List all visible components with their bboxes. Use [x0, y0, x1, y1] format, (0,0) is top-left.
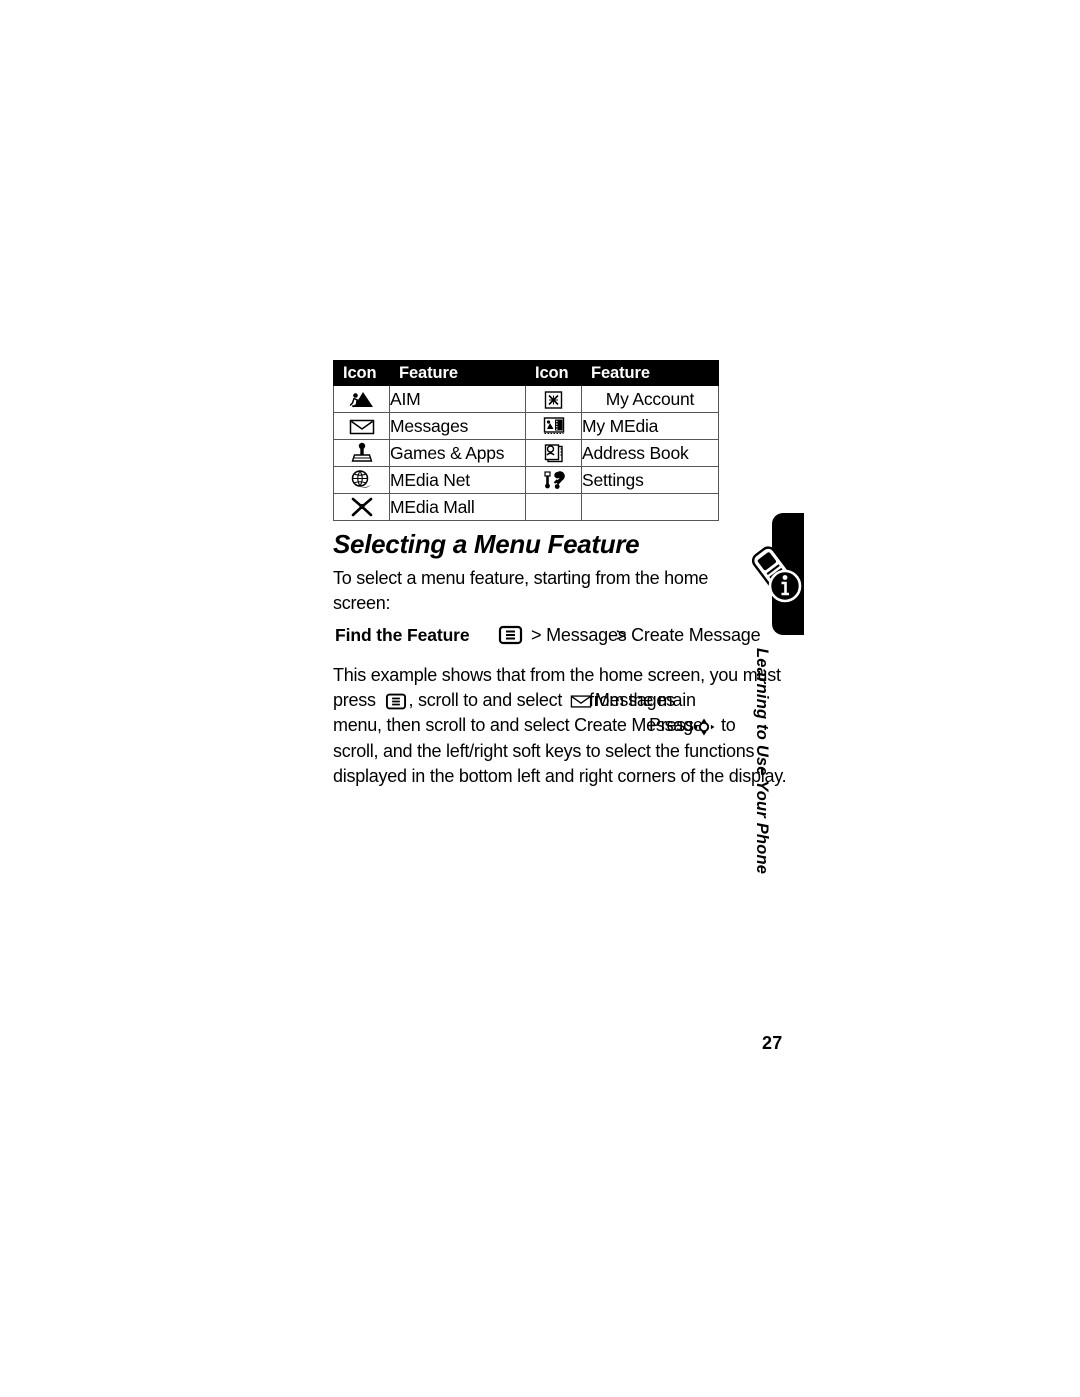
body-line-3-nav — [691, 713, 717, 738]
header-feature-right: Feature — [581, 360, 719, 386]
feature-label: AIM — [389, 385, 526, 413]
feature-label: My MEdia — [581, 412, 719, 440]
games-apps-joystick-icon — [333, 439, 390, 467]
table-row: AIM My Account — [333, 385, 719, 413]
address-book-icon — [525, 439, 582, 467]
header-feature-left: Feature — [389, 360, 526, 386]
settings-tools-icon — [525, 466, 582, 494]
body-line-4: scroll, and the left/right soft keys to … — [333, 739, 758, 764]
feature-label: Games & Apps — [389, 439, 526, 467]
body-line-1: This example shows that from the home sc… — [333, 663, 781, 688]
table-header-row: Icon Feature Icon Feature — [333, 360, 719, 386]
body-line-2-a: press — [333, 690, 376, 711]
header-icon-right: Icon — [525, 360, 582, 386]
find-feature-path-part1: > Messages — [531, 625, 627, 645]
feature-label: Messages — [389, 412, 526, 440]
body-line-3-b: Press — [649, 715, 694, 736]
media-mall-person-icon — [333, 493, 390, 521]
table-row: MEdia Net Settings — [333, 466, 719, 494]
find-the-feature-label: Find the Feature — [335, 625, 470, 645]
feature-label: Address Book — [581, 439, 719, 467]
find-the-feature-row: Find the Feature > Messages > Create Mes… — [335, 624, 765, 650]
feature-label: MEdia Net — [389, 466, 526, 494]
body-paragraph: This example shows that from the home sc… — [333, 663, 787, 789]
menu-key-icon — [498, 624, 523, 651]
table-row: MEdia Mall — [333, 493, 719, 521]
body-line-5: displayed in the bottom left and right c… — [333, 764, 787, 789]
navigation-key-icon — [691, 717, 717, 737]
body-line-4-text: scroll, and the left/right soft keys to … — [333, 740, 755, 761]
body-line-3: menu, then scroll to and select Create M… — [333, 713, 758, 738]
phone-info-icon — [747, 545, 809, 609]
body-line-2-b: , scroll to and select — [408, 690, 563, 711]
header-icon-left: Icon — [333, 360, 390, 386]
menu-feature-table: Icon Feature Icon Feature AIM My Account… — [333, 360, 719, 521]
my-media-film-icon — [525, 412, 582, 440]
intro-paragraph: To select a menu feature, starting from … — [333, 568, 709, 613]
empty-icon-cell — [525, 493, 582, 521]
my-account-x-box-icon — [525, 385, 582, 413]
page-title: Selecting a Menu Feature — [333, 529, 640, 559]
body-line-1-text: This example shows that from the home sc… — [333, 665, 781, 685]
page-number: 27 — [762, 1033, 783, 1053]
body-line-3-c: to — [721, 715, 736, 736]
menu-key-icon — [385, 692, 407, 711]
messages-envelope-icon — [333, 412, 390, 440]
manual-page: Icon Feature Icon Feature AIM My Account… — [0, 0, 1080, 1397]
feature-label: MEdia Mall — [389, 493, 526, 521]
feature-label: My Account — [581, 385, 719, 413]
body-line-2-overlap: from the main — [589, 690, 696, 711]
body-line-2: press , scroll to and select Messages fr… — [333, 688, 758, 713]
feature-label: Settings — [581, 466, 719, 494]
table-row: Games & Apps Address Book — [333, 439, 719, 467]
empty-feature-cell — [581, 493, 719, 521]
body-line-5-text: displayed in the bottom left and right c… — [333, 765, 787, 786]
media-net-globe-icon — [333, 466, 390, 494]
body-line-3-a: menu, then scroll to and select Create M… — [333, 715, 703, 736]
table-row: Messages My MEdia — [333, 412, 719, 440]
sidebar-chapter-label: Learning to Use Your Phone — [753, 648, 771, 875]
aim-running-person-icon — [333, 385, 390, 413]
find-feature-path-part2: > Create Message — [616, 625, 761, 645]
